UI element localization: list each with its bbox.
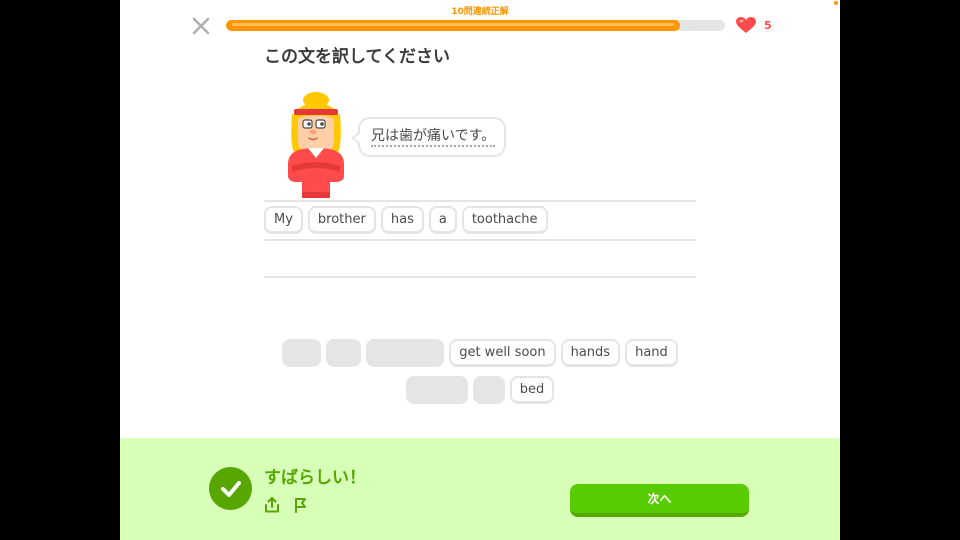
word-bank-empty-slot bbox=[282, 339, 322, 367]
answer-line-middle bbox=[264, 239, 696, 241]
close-icon bbox=[192, 17, 210, 35]
speech-bubble-tail-inner bbox=[354, 133, 361, 143]
progress-shine bbox=[232, 23, 675, 26]
feedback-banner: すばらしい！ 次へ bbox=[120, 438, 840, 540]
answer-line-bottom bbox=[264, 276, 696, 278]
flag-icon[interactable] bbox=[292, 497, 308, 513]
answer-line-top bbox=[264, 200, 696, 202]
word-bank-tile[interactable]: bed bbox=[509, 376, 555, 404]
word-bank-empty-slot bbox=[405, 376, 468, 404]
lesson-screen: 10問連続正解 5 この文を訳してください 兄は歯が痛いです。 My broth… bbox=[120, 0, 840, 540]
heart-icon bbox=[736, 17, 756, 33]
answer-area: My brother has a toothache bbox=[264, 206, 548, 234]
hearts-indicator: 5 bbox=[736, 17, 772, 34]
word-bank-empty-slot bbox=[326, 339, 362, 367]
word-bank-tile[interactable]: hands bbox=[560, 339, 621, 367]
answer-tile[interactable]: brother bbox=[307, 206, 376, 234]
word-bank-tile[interactable]: get well soon bbox=[449, 339, 556, 367]
progress-fill bbox=[226, 20, 681, 31]
word-bank-empty-slot bbox=[366, 339, 445, 367]
word-bank-tile[interactable]: hand bbox=[625, 339, 678, 367]
prompt-sentence[interactable]: 兄は歯が痛いです。 bbox=[371, 128, 496, 147]
answer-tile[interactable]: has bbox=[380, 206, 424, 234]
word-bank-row-1: get well soon hands hand bbox=[120, 339, 840, 367]
progress-bar bbox=[226, 20, 725, 31]
next-button[interactable]: 次へ bbox=[570, 484, 749, 517]
speech-bubble: 兄は歯が痛いです。 bbox=[351, 117, 506, 157]
status-indicator-dot bbox=[834, 1, 838, 5]
feedback-message: すばらしい！ bbox=[264, 468, 366, 488]
hearts-count: 5 bbox=[764, 19, 772, 32]
share-icon[interactable] bbox=[264, 497, 280, 513]
word-bank-row-2: bed bbox=[120, 376, 840, 404]
answer-tile[interactable]: toothache bbox=[461, 206, 548, 234]
page-title: この文を訳してください bbox=[264, 47, 450, 67]
character-illustration bbox=[288, 92, 344, 198]
check-icon bbox=[220, 480, 241, 497]
streak-label: 10問連続正解 bbox=[451, 7, 509, 17]
word-bank-empty-slot bbox=[472, 376, 505, 404]
answer-tile[interactable]: a bbox=[428, 206, 457, 234]
check-badge bbox=[209, 467, 252, 510]
answer-tile[interactable]: My bbox=[264, 206, 303, 234]
close-button[interactable] bbox=[190, 15, 212, 37]
